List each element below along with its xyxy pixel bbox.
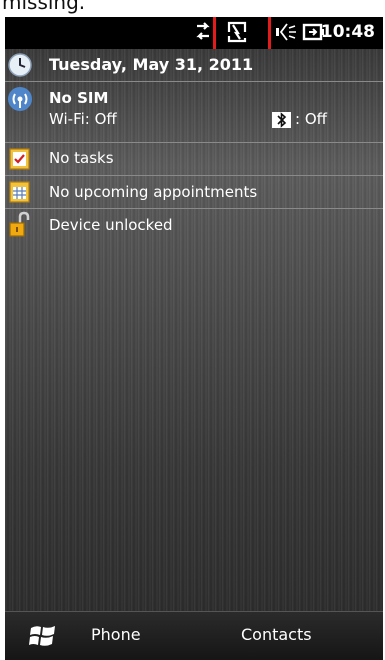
today-connectivity-row[interactable]: No SIM Wi-Fi: Off : Off — [5, 82, 383, 143]
sync-arrows-icon[interactable] — [193, 20, 213, 48]
today-tasks-row[interactable]: No tasks — [5, 143, 383, 176]
status-time: 10:48 — [320, 22, 375, 42]
wireless-manager-icon — [7, 86, 35, 118]
bluetooth-icon — [271, 110, 293, 134]
wifi-status-label: Wi-Fi: Off — [49, 110, 117, 128]
calendar-icon — [7, 179, 33, 209]
today-device-lock-row[interactable]: Device unlocked — [5, 209, 383, 241]
device-lock-label: Device unlocked — [49, 216, 173, 234]
contacts-softkey[interactable]: Contacts — [241, 624, 312, 646]
softkey-bar: Phone Contacts — [5, 611, 383, 660]
appointments-label: No upcoming appointments — [49, 183, 258, 201]
caption-text: missing. — [2, 0, 86, 14]
date-label: Tuesday, May 31, 2011 — [49, 55, 254, 74]
today-appointments-row[interactable]: No upcoming appointments — [5, 176, 383, 209]
device-screen: 10:48 Tuesday, May 31, 2011 No SIM Wi-Fi… — [5, 17, 383, 660]
clock-icon — [7, 52, 35, 84]
tasks-label: No tasks — [49, 149, 114, 167]
phone-softkey[interactable]: Phone — [91, 624, 141, 646]
highlight-box — [213, 17, 271, 53]
status-bar: 10:48 — [5, 17, 383, 53]
windows-start-icon[interactable] — [27, 622, 59, 654]
volume-icon[interactable] — [273, 20, 299, 48]
today-date-row[interactable]: Tuesday, May 31, 2011 — [5, 49, 383, 82]
sim-status-label: No SIM — [49, 89, 109, 107]
unlocked-padlock-icon — [7, 211, 33, 243]
bluetooth-status-label: : Off — [295, 110, 327, 128]
tasks-icon — [7, 146, 33, 176]
